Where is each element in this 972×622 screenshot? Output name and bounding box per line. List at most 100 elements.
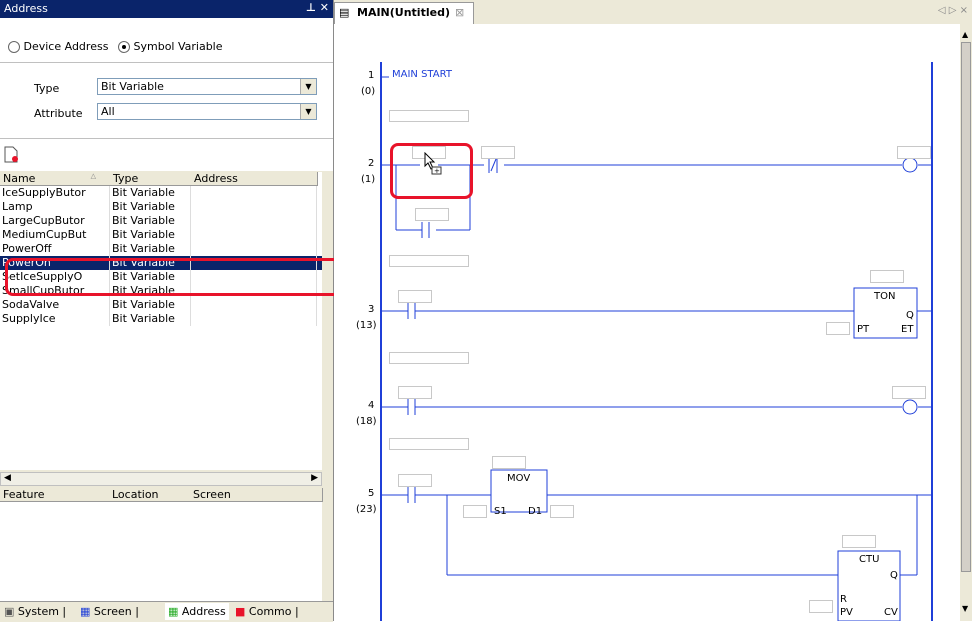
variable-address [191, 228, 317, 242]
operand-slot[interactable] [550, 505, 574, 518]
variable-address [191, 186, 317, 200]
radio-checked-icon[interactable] [118, 41, 130, 53]
type-label: Type [34, 82, 60, 95]
ctu-cv: CV [884, 607, 898, 618]
rung-number: 2 [368, 158, 375, 169]
variable-name: Lamp [0, 200, 110, 214]
variable-address [191, 200, 317, 214]
radio-icon[interactable] [8, 41, 20, 53]
operand-slot[interactable] [415, 208, 449, 221]
comment-slot[interactable] [389, 110, 469, 122]
operand-slot[interactable] [892, 386, 926, 399]
type-dropdown[interactable]: Bit Variable ▼ [97, 78, 317, 95]
new-variable-icon[interactable] [4, 146, 18, 163]
panel-title: Address [4, 2, 48, 15]
scroll-right-icon[interactable]: ▶ [311, 473, 318, 483]
column-address-header[interactable]: Address [191, 172, 318, 186]
comment-slot[interactable] [389, 255, 469, 267]
operand-slot[interactable] [492, 456, 526, 469]
tab-nav-arrows[interactable]: ◁ ▷ × [938, 5, 968, 16]
list-toolbar [0, 138, 333, 171]
variable-name: IceSupplyButor [0, 186, 110, 200]
ctu-r: R [840, 594, 847, 605]
table-row[interactable]: PowerOff Bit Variable [0, 242, 322, 256]
rung-number: 1 [368, 70, 375, 81]
chevron-down-icon[interactable]: ▼ [300, 79, 316, 94]
ton-et: ET [901, 324, 914, 335]
tab-close-icon[interactable]: ⊠ [455, 6, 464, 19]
operand-slot[interactable] [897, 146, 931, 159]
tab-system[interactable]: ▣ System | [4, 605, 66, 618]
attribute-dropdown[interactable]: All ▼ [97, 103, 317, 120]
tab-main-title: MAIN(Untitled) [357, 6, 450, 19]
variable-address [191, 312, 317, 326]
rung-step: (23) [356, 504, 377, 515]
feature-list: Feature Location Screen [0, 488, 323, 601]
column-location-header[interactable]: Location [109, 488, 191, 502]
variable-type: Bit Variable [110, 228, 191, 242]
column-screen-header[interactable]: Screen [190, 488, 323, 502]
editor-tabbar: ▤ MAIN(Untitled) ⊠ ◁ ▷ × [334, 0, 972, 24]
column-feature-header[interactable]: Feature [0, 488, 110, 502]
ctu-label: CTU [859, 554, 880, 565]
tab-main[interactable]: ▤ MAIN(Untitled) ⊠ [334, 2, 474, 24]
variable-type: Bit Variable [110, 312, 191, 326]
rung-step: (18) [356, 416, 377, 427]
variable-name: SodaValve [0, 298, 110, 312]
scroll-down-icon[interactable]: ▼ [962, 604, 968, 613]
address-panel: Address ⊥ ✕ Device Address Symbol Variab… [0, 0, 334, 622]
drag-cursor-icon: + [424, 152, 442, 175]
variable-type: Bit Variable [110, 298, 191, 312]
table-row[interactable]: SodaValve Bit Variable [0, 298, 322, 312]
operand-slot[interactable] [481, 146, 515, 159]
symbol-variable-label: Symbol Variable [133, 40, 223, 53]
tab-address[interactable]: ▦ Address [165, 603, 229, 620]
operand-slot[interactable] [842, 535, 876, 548]
operand-slot[interactable] [398, 386, 432, 399]
column-name-header[interactable]: Name △ [0, 172, 111, 186]
common-icon: ■ [235, 605, 246, 618]
operand-slot[interactable] [809, 600, 833, 613]
operand-slot[interactable] [463, 505, 487, 518]
variable-type: Bit Variable [110, 242, 191, 256]
scroll-thumb[interactable] [961, 42, 971, 572]
table-row[interactable]: SupplyIce Bit Variable [0, 312, 322, 326]
rung-step: (0) [361, 86, 376, 97]
poweron-highlight [5, 258, 358, 296]
table-row[interactable]: IceSupplyButor Bit Variable [0, 186, 322, 200]
variable-type: Bit Variable [110, 214, 191, 228]
symbol-variable-radio[interactable]: Symbol Variable [118, 40, 223, 53]
ladder-icon: ▤ [339, 6, 350, 19]
table-row[interactable]: LargeCupButor Bit Variable [0, 214, 322, 228]
comment-slot[interactable] [389, 438, 469, 450]
ton-label: TON [874, 291, 896, 302]
rung-step: (13) [356, 320, 377, 331]
pin-close-icon[interactable]: ⊥ ✕ [306, 1, 329, 14]
tab-screen[interactable]: ▦ Screen | [80, 605, 139, 618]
device-address-radio[interactable]: Device Address [8, 40, 108, 53]
main-start-label: MAIN START [392, 69, 452, 80]
horizontal-scrollbar[interactable]: ◀ ▶ [0, 472, 322, 486]
vertical-scrollbar[interactable]: ▲ ▼ [960, 24, 972, 621]
scroll-left-icon[interactable]: ◀ [4, 473, 11, 483]
list-scroll-area[interactable] [322, 172, 333, 470]
tab-common[interactable]: ■ Commo | [235, 605, 299, 618]
comment-slot[interactable] [389, 352, 469, 364]
operand-slot[interactable] [398, 290, 432, 303]
scroll-up-icon[interactable]: ▲ [962, 30, 968, 39]
table-row[interactable]: Lamp Bit Variable [0, 200, 322, 214]
operand-slot[interactable] [870, 270, 904, 283]
column-type-header[interactable]: Type [110, 172, 192, 186]
table-row[interactable]: MediumCupBut Bit Variable [0, 228, 322, 242]
operand-slot[interactable] [826, 322, 850, 335]
chevron-down-icon[interactable]: ▼ [300, 104, 316, 119]
variable-list: Name △ Type Address IceSupplyButor Bit Var… [0, 172, 322, 470]
mov-s1: S1 [494, 506, 507, 517]
rung-step: (1) [361, 174, 376, 185]
variable-name: SupplyIce [0, 312, 110, 326]
screen-icon: ▦ [80, 605, 91, 618]
variable-name: PowerOff [0, 242, 110, 256]
variable-name: MediumCupBut [0, 228, 110, 242]
type-value: Bit Variable [101, 80, 164, 93]
operand-slot[interactable] [398, 474, 432, 487]
